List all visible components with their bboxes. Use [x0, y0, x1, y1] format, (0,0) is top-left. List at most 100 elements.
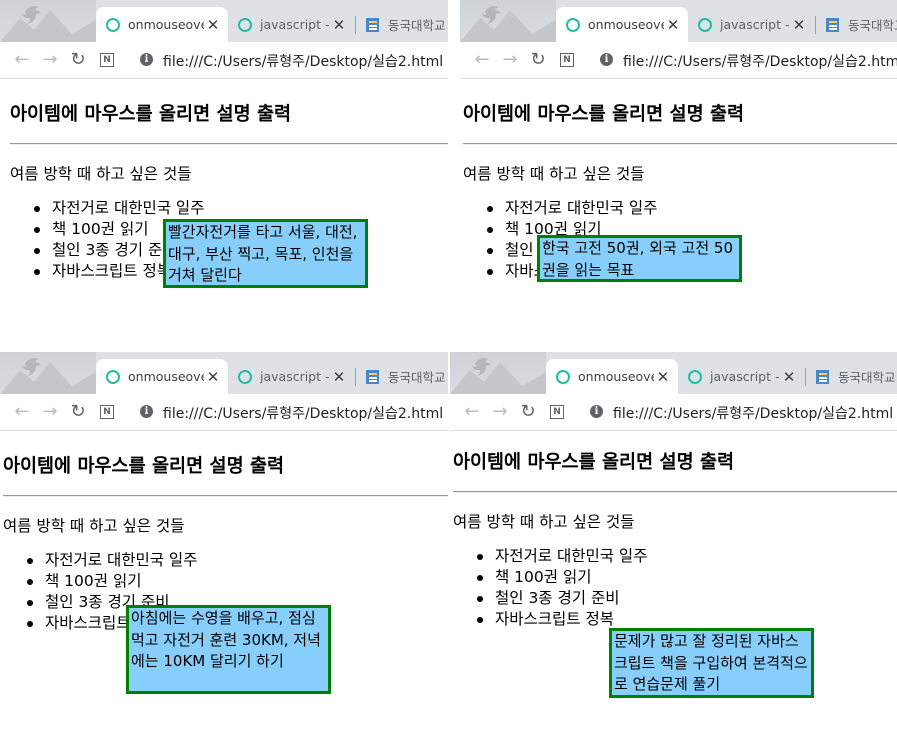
close-icon[interactable]: ✕: [330, 16, 348, 34]
browser-toolbar: ← → ↻ N i file:///C:/Users/류형주/Desktop/실…: [450, 394, 897, 431]
close-icon[interactable]: ✕: [204, 16, 222, 34]
close-icon[interactable]: ✕: [654, 368, 672, 386]
hover-tooltip: 아침에는 수영을 배우고, 점심먹고 자전거 훈련 30KM, 저녁에는 10K…: [126, 605, 331, 694]
horizontal-rule: [463, 143, 897, 145]
browser-window-1: onmouseove ✕ javascript - Љ ✕ 동국대학교 ← → …: [0, 0, 448, 350]
globe-icon: [566, 17, 580, 32]
forward-arrow-icon[interactable]: →: [488, 400, 512, 424]
list-item[interactable]: 자전거로 대한민국 일주: [30, 198, 204, 219]
reload-icon[interactable]: ↻: [526, 48, 550, 72]
list-item[interactable]: 자전거로 대한민국 일주: [483, 198, 657, 219]
hover-tooltip: 한국 고전 50권, 외국 고전 50권을 읽는 목표: [537, 235, 742, 282]
page-title: 아이템에 마우스를 올리면 설명 출력: [463, 104, 745, 125]
horizontal-rule: [3, 495, 448, 497]
tab-active[interactable]: onmouseove ✕: [96, 7, 228, 42]
back-arrow-icon[interactable]: ←: [470, 48, 494, 72]
tab-title: 동국대학교: [848, 18, 897, 33]
site-info-icon[interactable]: i: [140, 405, 153, 418]
reload-icon[interactable]: ↻: [66, 400, 90, 424]
list-item[interactable]: 자전거로 대한민국 일주: [473, 546, 647, 567]
address-bar[interactable]: file:///C:/Users/류형주/Desktop/실습2.html on: [163, 51, 448, 71]
bookmark-n-icon[interactable]: N: [100, 53, 114, 67]
tab-javascript[interactable]: javascript - Љ ✕: [228, 359, 354, 394]
globe-icon: [238, 17, 252, 32]
tab-active[interactable]: onmouseove ✕: [96, 359, 228, 394]
tab-title: onmouseove: [578, 369, 654, 384]
site-info-icon[interactable]: i: [590, 405, 603, 418]
forward-arrow-icon[interactable]: →: [38, 48, 62, 72]
back-arrow-icon[interactable]: ←: [10, 400, 34, 424]
globe-icon: [106, 369, 120, 384]
page-title: 아이템에 마우스를 올리면 설명 출력: [453, 452, 735, 473]
intro-paragraph: 여름 방학 때 하고 싶은 것들: [10, 165, 192, 183]
globe-icon: [106, 17, 120, 32]
list-item[interactable]: 책 100권 읽기: [473, 567, 647, 588]
tab-title: javascript - Љ: [710, 369, 780, 384]
page-title: 아이템에 마우스를 올리면 설명 출력: [3, 456, 285, 477]
site-info-icon[interactable]: i: [140, 53, 153, 66]
back-arrow-icon[interactable]: ←: [10, 48, 34, 72]
tab-dongguk[interactable]: 동국대학교: [356, 359, 448, 394]
tab-title: onmouseove: [588, 17, 664, 32]
tab-javascript[interactable]: javascript - Љ ✕: [688, 7, 814, 42]
browser-theme-logo: [0, 0, 96, 42]
tab-javascript[interactable]: javascript - Љ ✕: [228, 7, 354, 42]
tab-title: 동국대학교: [388, 18, 446, 33]
list-item[interactable]: 책 100권 읽기: [23, 571, 197, 592]
browser-window-4: onmouseove ✕ javascript - Љ ✕ 동국대학교 ← → …: [450, 352, 897, 734]
reload-icon[interactable]: ↻: [66, 48, 90, 72]
list-item[interactable]: 자바스크립트 정복: [473, 609, 647, 630]
close-icon[interactable]: ✕: [780, 368, 798, 386]
list-item[interactable]: 자전거로 대한민국 일주: [23, 550, 197, 571]
tab-title: onmouseove: [128, 17, 204, 32]
bookmark-n-icon[interactable]: N: [100, 405, 114, 419]
browser-toolbar: ← → ↻ N i file:///C:/Users/류형주/Desktop/실…: [0, 42, 448, 79]
address-bar[interactable]: file:///C:/Users/류형주/Desktop/실습2.html on: [623, 51, 897, 71]
document-icon: [826, 17, 840, 32]
address-bar[interactable]: file:///C:/Users/류형주/Desktop/실습2.html on: [163, 403, 448, 423]
intro-paragraph: 여름 방학 때 하고 싶은 것들: [3, 517, 185, 535]
browser-toolbar: ← → ↻ N i file:///C:/Users/류형주/Desktop/실…: [0, 394, 448, 431]
tab-strip: onmouseove ✕ javascript - Љ ✕ 동국대학교: [450, 352, 897, 394]
site-info-icon[interactable]: i: [600, 53, 613, 66]
close-icon[interactable]: ✕: [790, 16, 808, 34]
tab-javascript[interactable]: javascript - Љ ✕: [678, 359, 804, 394]
url-text: file:///C:/Users/류형주/Desktop/실습2.html: [163, 406, 444, 422]
intro-paragraph: 여름 방학 때 하고 싶은 것들: [463, 165, 645, 183]
address-bar[interactable]: file:///C:/Users/류형주/Desktop/실습2.html on: [613, 403, 897, 423]
forward-arrow-icon[interactable]: →: [498, 48, 522, 72]
todo-list: 자전거로 대한민국 일주 책 100권 읽기 철인 3종 경기 준비 자바스크립…: [473, 546, 647, 630]
hover-tooltip: 문제가 많고 잘 정리된 자바스크립트 책을 구입하여 본격적으로 연습문제 풀…: [609, 628, 814, 698]
tab-title: onmouseove: [128, 369, 204, 384]
document-icon: [816, 369, 830, 384]
globe-icon: [238, 369, 252, 384]
back-arrow-icon[interactable]: ←: [460, 400, 484, 424]
list-item[interactable]: 철인 3종 경기 준비: [473, 588, 647, 609]
tab-title: javascript - Љ: [260, 17, 330, 32]
browser-theme-logo: [0, 352, 96, 394]
tab-dongguk[interactable]: 동국대학교: [816, 7, 897, 42]
tab-dongguk[interactable]: 동국대학교: [356, 7, 448, 42]
horizontal-rule: [453, 491, 897, 493]
browser-toolbar: ← → ↻ N i file:///C:/Users/류형주/Desktop/실…: [460, 42, 897, 79]
reload-icon[interactable]: ↻: [516, 400, 540, 424]
intro-paragraph: 여름 방학 때 하고 싶은 것들: [453, 513, 635, 531]
bookmark-n-icon[interactable]: N: [560, 53, 574, 67]
close-icon[interactable]: ✕: [330, 368, 348, 386]
close-icon[interactable]: ✕: [664, 16, 682, 34]
page-title: 아이템에 마우스를 올리면 설명 출력: [10, 104, 292, 125]
globe-icon: [688, 369, 702, 384]
tab-strip: onmouseove ✕ javascript - Љ ✕ 동국대학교: [0, 352, 448, 394]
forward-arrow-icon[interactable]: →: [38, 400, 62, 424]
tab-dongguk[interactable]: 동국대학교: [806, 359, 897, 394]
document-icon: [366, 369, 380, 384]
tab-active[interactable]: onmouseove ✕: [546, 359, 678, 394]
bookmark-n-icon[interactable]: N: [550, 405, 564, 419]
tab-strip: onmouseove ✕ javascript - Љ ✕ 동국대학교: [460, 0, 897, 42]
tab-active[interactable]: onmouseove ✕: [556, 7, 688, 42]
tab-strip: onmouseove ✕ javascript - Љ ✕ 동국대학교: [0, 0, 448, 42]
browser-theme-logo: [460, 0, 556, 42]
hover-tooltip: 빨간자전거를 타고 서울, 대전, 대구, 부산 찍고, 목포, 인천을 거쳐 …: [163, 219, 368, 288]
tab-title: 동국대학교: [838, 370, 896, 385]
close-icon[interactable]: ✕: [204, 368, 222, 386]
